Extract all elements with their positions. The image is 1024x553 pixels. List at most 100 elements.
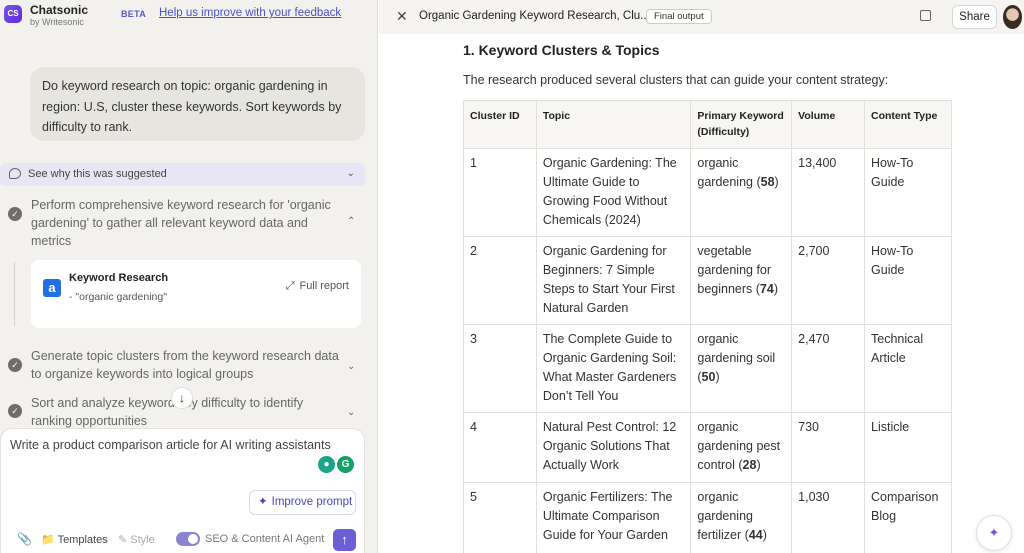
keyword-text: organic gardening fertilizer xyxy=(697,490,753,542)
topic-cell: Natural Pest Control: 12 Organic Solutio… xyxy=(535,412,692,483)
keyword-research-card[interactable]: a Keyword Research - "organic gardening"… xyxy=(31,260,361,328)
cluster-id-cell: 1 xyxy=(463,148,537,237)
bulb-icon[interactable]: ● xyxy=(318,456,335,473)
topic-cell: The Complete Guide to Organic Gardening … xyxy=(535,324,692,413)
suggestion-label: See why this was suggested xyxy=(28,168,167,180)
keyword-text: organic gardening pest control xyxy=(697,420,781,472)
column-header: Topic xyxy=(535,100,692,149)
templates-button[interactable]: 📁 Templates xyxy=(41,533,108,546)
output-header: ✕ Organic Gardening Keyword Research, Cl… xyxy=(379,0,1024,34)
app-byline: by Writesonic xyxy=(30,17,84,27)
table-row: 5 Organic Fertilizers: The Ultimate Comp… xyxy=(463,482,952,553)
table-row: 3 The Complete Guide to Organic Gardenin… xyxy=(463,324,952,413)
chevron-down-icon[interactable]: ⌄ xyxy=(347,404,355,422)
volume-cell: 13,400 xyxy=(791,148,866,237)
full-report-button[interactable]: ⤢ Full report xyxy=(286,280,349,293)
content-type-cell: Comparison Blog xyxy=(864,482,952,553)
avatar[interactable] xyxy=(1003,5,1022,29)
scroll-down-button[interactable]: ↓ xyxy=(171,387,193,409)
column-header: Cluster ID xyxy=(463,100,537,149)
chevron-down-icon[interactable]: ⌄ xyxy=(347,358,355,376)
difficulty-value: 58 xyxy=(760,175,775,189)
volume-cell: 2,700 xyxy=(791,236,866,325)
agent-toggle-label: SEO & Content AI Agent xyxy=(205,533,325,545)
step-label: Perform comprehensive keyword research f… xyxy=(31,198,331,248)
volume-cell: 1,030 xyxy=(791,482,866,553)
sparkle-icon: ✦ xyxy=(258,496,268,508)
send-button[interactable]: ↑ xyxy=(333,529,356,551)
chat-bubble-icon xyxy=(9,168,21,179)
difficulty-value: 50 xyxy=(701,370,716,384)
close-icon[interactable]: ✕ xyxy=(396,8,408,25)
table-row: 1 Organic Gardening: The Ultimate Guide … xyxy=(463,148,952,237)
style-button[interactable]: ✎ Style xyxy=(118,533,155,546)
output-panel: ✕ Organic Gardening Keyword Research, Cl… xyxy=(379,0,1024,553)
tool-query: - "organic gardening" xyxy=(69,291,167,303)
magic-wand-button[interactable]: ✦ xyxy=(976,515,1012,551)
attach-icon[interactable]: 📎 xyxy=(17,532,32,546)
section-heading: 1. Keyword Clusters & Topics xyxy=(463,42,660,58)
toggle-knob xyxy=(188,534,198,544)
full-report-label: Full report xyxy=(299,280,349,292)
cluster-id-cell: 4 xyxy=(463,412,537,483)
share-button[interactable]: Share xyxy=(952,5,997,29)
check-icon: ✓ xyxy=(8,404,22,418)
chat-panel: CS Chatsonic by Writesonic BETA Help us … xyxy=(0,0,378,553)
table-row: 4 Natural Pest Control: 12 Organic Solut… xyxy=(463,412,952,483)
keyword-cell: organic gardening soil (50) xyxy=(690,324,793,413)
expand-icon: ⤢ xyxy=(285,280,295,292)
content-type-cell: Technical Article xyxy=(864,324,952,413)
volume-cell: 730 xyxy=(791,412,866,483)
content-type-cell: How-To Guide xyxy=(864,148,952,237)
grammarly-icon[interactable]: G xyxy=(337,456,354,473)
keyword-cell: organic gardening pest control (28) xyxy=(690,412,793,483)
chevron-up-icon[interactable]: ⌃ xyxy=(347,213,355,231)
style-label: Style xyxy=(130,534,155,546)
content-type-cell: Listicle xyxy=(864,412,952,483)
improve-prompt-button[interactable]: ✦ Improve prompt xyxy=(249,490,356,515)
keyword-cell: organic gardening fertilizer (44) xyxy=(690,482,793,553)
tool-logo-icon: a xyxy=(43,279,61,297)
check-icon: ✓ xyxy=(8,358,22,372)
improve-prompt-label: Improve prompt xyxy=(271,496,353,508)
cluster-id-cell: 2 xyxy=(463,236,537,325)
topic-cell: Organic Gardening: The Ultimate Guide to… xyxy=(535,148,692,237)
templates-label: Templates xyxy=(57,534,108,546)
step-connector xyxy=(14,262,15,326)
volume-cell: 2,470 xyxy=(791,324,866,413)
chat-topbar: CS Chatsonic by Writesonic BETA Help us … xyxy=(0,0,377,34)
keyword-text: organic gardening soil xyxy=(697,332,776,365)
suggestion-toggle[interactable]: See why this was suggested ⌄ xyxy=(0,163,365,186)
topic-cell: Organic Gardening for Beginners: 7 Simpl… xyxy=(535,236,692,325)
keyword-cell: organic gardening (58) xyxy=(690,148,793,237)
final-output-badge: Final output xyxy=(646,9,712,24)
beta-badge: BETA xyxy=(121,9,147,19)
composer-toolbar: 📎 📁 Templates ✎ Style SEO & Content AI A… xyxy=(1,529,366,551)
copy-icon[interactable] xyxy=(920,10,931,21)
feedback-link[interactable]: Help us improve with your feedback xyxy=(159,7,341,19)
keyword-cell: vegetable gardening for beginners (74) xyxy=(690,236,793,325)
user-message: Do keyword research on topic: organic ga… xyxy=(30,67,365,141)
check-icon: ✓ xyxy=(8,207,22,221)
chevron-down-icon[interactable]: ⌄ xyxy=(347,168,355,179)
content-type-cell: How-To Guide xyxy=(864,236,952,325)
table-row: 2 Organic Gardening for Beginners: 7 Sim… xyxy=(463,236,952,325)
composer: Write a product comparison article for A… xyxy=(0,428,365,553)
tool-title: Keyword Research xyxy=(69,272,169,284)
cluster-id-cell: 5 xyxy=(463,482,537,553)
agent-toggle[interactable] xyxy=(176,532,200,546)
prompt-input[interactable]: Write a product comparison article for A… xyxy=(10,438,331,452)
keyword-text: organic gardening xyxy=(697,156,753,189)
topic-cell: Organic Fertilizers: The Ultimate Compar… xyxy=(535,482,692,553)
step-label: Generate topic clusters from the keyword… xyxy=(31,349,339,381)
column-header: Primary Keyword (Difficulty) xyxy=(690,100,793,149)
difficulty-value: 74 xyxy=(759,282,774,296)
column-header: Content Type xyxy=(864,100,952,149)
app-name: Chatsonic xyxy=(30,3,89,17)
keyword-clusters-table: Cluster ID Topic Primary Keyword (Diffic… xyxy=(463,100,952,553)
column-header: Volume xyxy=(791,100,866,149)
difficulty-value: 28 xyxy=(742,458,757,472)
chatsonic-logo[interactable]: CS xyxy=(4,5,22,23)
cluster-id-cell: 3 xyxy=(463,324,537,413)
output-title: Organic Gardening Keyword Research, Clu.… xyxy=(419,10,650,22)
